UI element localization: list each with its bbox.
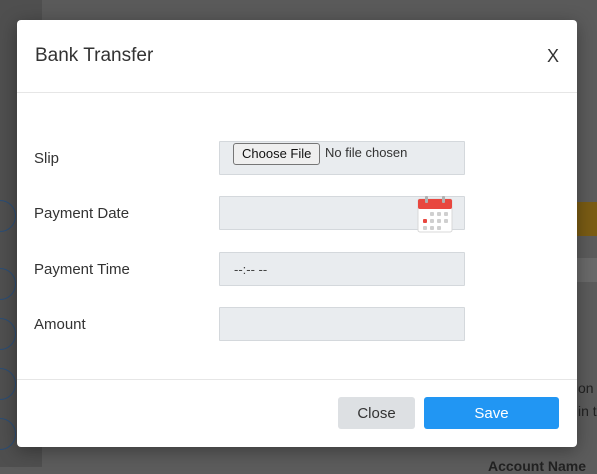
background-box xyxy=(577,258,597,282)
payment-date-input[interactable] xyxy=(219,195,465,233)
close-button[interactable]: Close xyxy=(338,397,415,429)
slip-file-input[interactable]: Choose File No file chosen xyxy=(219,141,465,175)
background-text: Account Name xyxy=(488,458,587,474)
background-text: on xyxy=(578,380,594,396)
modal-header: Bank Transfer X xyxy=(17,20,577,93)
modal-body: Slip Choose File No file chosen Payment … xyxy=(17,93,577,380)
background-orange-bar xyxy=(577,202,597,236)
modal-title: Bank Transfer xyxy=(35,45,154,66)
slip-label: Slip xyxy=(34,150,60,167)
calendar-icon[interactable] xyxy=(417,195,453,233)
amount-input[interactable] xyxy=(219,307,465,341)
modal-footer: Close Save xyxy=(17,380,577,448)
background-header xyxy=(0,0,597,20)
payment-date-label: Payment Date xyxy=(34,205,130,222)
payment-time-label: Payment Time xyxy=(34,261,130,278)
payment-date-row: Payment Date xyxy=(34,195,467,233)
file-status-text: No file chosen xyxy=(325,145,408,160)
payment-time-input[interactable]: --:-- -- xyxy=(219,252,465,286)
close-icon[interactable]: X xyxy=(547,46,559,67)
bank-transfer-modal: Bank Transfer X Slip Choose File No file… xyxy=(17,20,577,447)
amount-row: Amount xyxy=(34,307,467,343)
save-button[interactable]: Save xyxy=(424,397,559,429)
slip-row: Slip Choose File No file chosen xyxy=(34,141,467,177)
payment-time-value: --:-- -- xyxy=(234,262,268,277)
amount-label: Amount xyxy=(34,316,86,333)
payment-time-row: Payment Time --:-- -- xyxy=(34,252,467,288)
choose-file-button[interactable]: Choose File xyxy=(233,143,321,165)
background-text: in t xyxy=(578,403,597,419)
